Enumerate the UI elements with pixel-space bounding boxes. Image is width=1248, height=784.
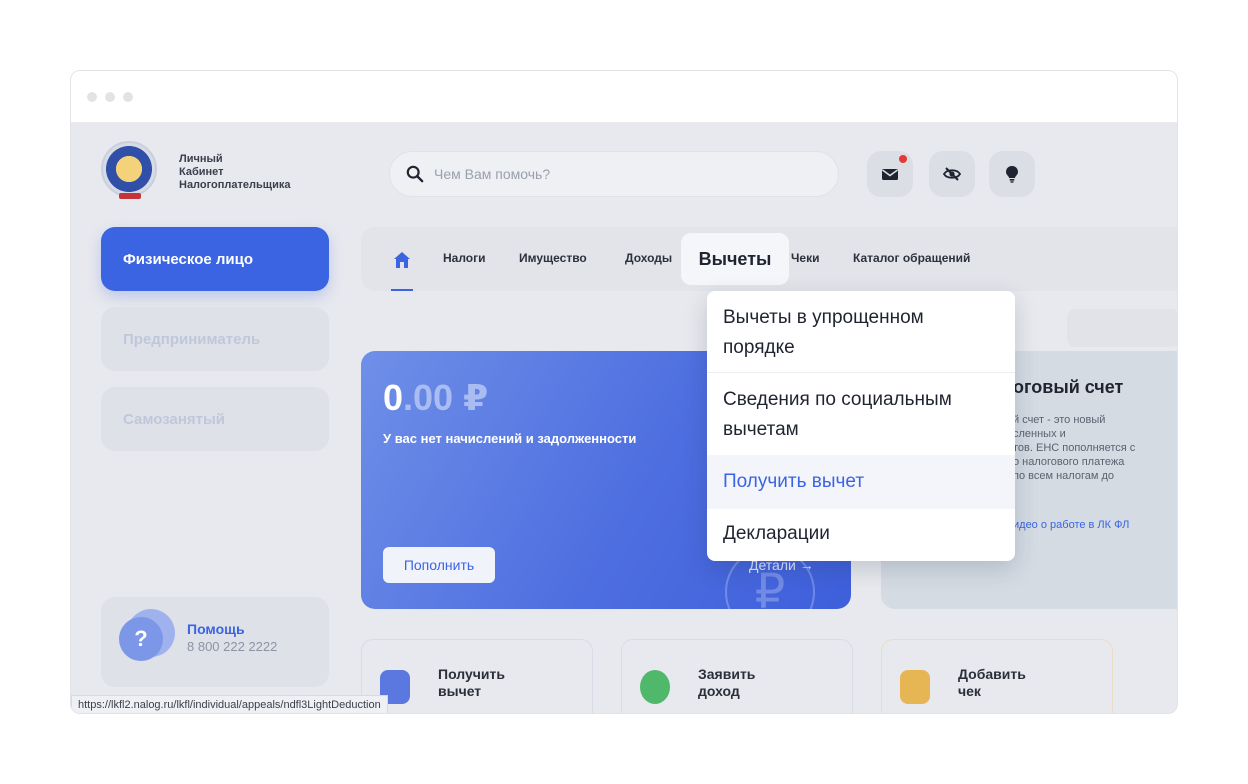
tab-taxes[interactable]: Налоги xyxy=(443,251,486,265)
main-nav: Налоги Имущество Доходы Вычеты Чеки Ката… xyxy=(361,227,1177,291)
tab-receipts[interactable]: Чеки xyxy=(791,251,820,265)
card-line: Заявить xyxy=(698,666,756,682)
title-bar xyxy=(71,71,1177,123)
tab-deductions[interactable]: Вычеты xyxy=(681,233,789,285)
status-bar-url: https://lkfl2.nalog.ru/lkfl/individual/a… xyxy=(71,695,388,713)
ens-video-link[interactable]: идео о работе в ЛК ФЛ xyxy=(1013,519,1129,531)
help-title[interactable]: Помощь xyxy=(187,621,245,637)
card-declare-income[interactable]: Заявить доход xyxy=(621,639,853,713)
dropdown-item-declarations[interactable]: Декларации xyxy=(707,509,1015,559)
ens-description: й счет - это новый сленных и тов. ЕНС по… xyxy=(1013,414,1136,482)
help-question-icon: ? xyxy=(119,617,163,661)
help-card[interactable]: ? Помощь 8 800 222 2222 xyxy=(101,597,329,687)
brand-line: Личный xyxy=(179,153,223,165)
dropdown-item-line: Вычеты в упрощенном xyxy=(723,307,924,328)
dropdown-item-line: порядке xyxy=(723,337,795,358)
lightbulb-icon xyxy=(1006,166,1018,183)
fns-logo-icon[interactable] xyxy=(101,141,157,197)
brand-line: Кабинет xyxy=(179,166,224,178)
sidebar-item-entrepreneur[interactable]: Предприниматель xyxy=(101,307,329,371)
currency-symbol: ₽ xyxy=(463,377,489,418)
browser-window: Личный Кабинет Налогоплательщика Чем Вам… xyxy=(70,70,1178,714)
card-add-receipt[interactable]: Добавить чек xyxy=(881,639,1113,713)
card-label: Получить вычет xyxy=(438,666,548,700)
balance-frac: .00 xyxy=(403,377,454,418)
tips-button[interactable] xyxy=(989,151,1035,197)
home-tab-indicator xyxy=(391,289,413,291)
search-bar[interactable] xyxy=(389,151,839,197)
dropdown-item-social-deductions[interactable]: Сведения по социальным вычетам xyxy=(707,379,1015,451)
dropdown-item-line: вычетам xyxy=(723,419,799,440)
dropdown-item-get-deduction[interactable]: Получить вычет xyxy=(707,455,1015,509)
dropdown-item-simplified-deductions[interactable]: Вычеты в упрощенном порядке xyxy=(707,297,1015,369)
topup-button[interactable]: Пополнить xyxy=(383,547,495,583)
balance-subtitle: У вас нет начислений и задолженности xyxy=(383,431,637,446)
page: Личный Кабинет Налогоплательщика Чем Вам… xyxy=(71,123,1177,713)
window-dot[interactable] xyxy=(87,92,97,102)
brand-line: Налогоплательщика xyxy=(179,179,291,191)
balance-int: 0 xyxy=(383,377,404,418)
window-dot[interactable] xyxy=(105,92,115,102)
tab-property[interactable]: Имущество xyxy=(519,251,587,265)
visibility-toggle-button[interactable] xyxy=(929,151,975,197)
sidebar-item-individual[interactable]: Физическое лицо xyxy=(101,227,329,291)
card-line: Получить xyxy=(438,666,505,682)
tab-appeals-catalog[interactable]: Каталог обращений xyxy=(853,251,970,265)
card-line: доход xyxy=(698,683,740,699)
search-icon xyxy=(406,165,424,183)
receipt-icon xyxy=(900,670,930,704)
dropdown-divider xyxy=(707,372,1015,373)
sidebar-item-self-employed[interactable]: Самозанятый xyxy=(101,387,329,451)
card-line: чек xyxy=(958,683,981,699)
card-label: Заявить доход xyxy=(698,666,808,700)
tab-income[interactable]: Доходы xyxy=(625,251,672,265)
card-line: вычет xyxy=(438,683,482,699)
deductions-dropdown: Вычеты в упрощенном порядке Сведения по … xyxy=(707,291,1015,561)
search-input[interactable] xyxy=(434,152,824,196)
dropdown-item-line: Сведения по социальным xyxy=(723,389,952,410)
card-get-deduction[interactable]: Получить вычет xyxy=(361,639,593,713)
help-phone[interactable]: 8 800 222 2222 xyxy=(187,639,277,654)
ruble-coin-icon xyxy=(640,670,670,704)
window-dot[interactable] xyxy=(123,92,133,102)
mail-icon xyxy=(882,169,898,180)
messages-button[interactable] xyxy=(867,151,913,197)
card-line: Добавить xyxy=(958,666,1026,682)
brand-title[interactable]: Личный Кабинет Налогоплательщика xyxy=(179,153,290,192)
card-label: Добавить чек xyxy=(958,666,1068,700)
logo-ribbon xyxy=(119,193,141,199)
home-icon[interactable] xyxy=(393,251,411,269)
ens-title: оговый счет xyxy=(1013,377,1124,397)
balance-amount: 0.00 ₽ xyxy=(383,377,488,419)
faint-placeholder xyxy=(1067,309,1177,347)
eye-off-icon xyxy=(942,167,962,181)
notification-dot xyxy=(899,155,907,163)
